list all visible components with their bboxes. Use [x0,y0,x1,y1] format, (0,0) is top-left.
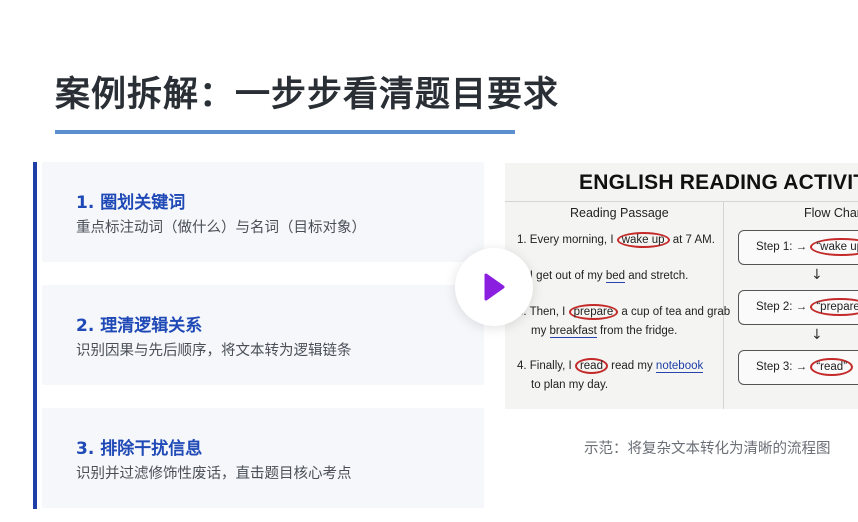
circled-keyword: read [574,358,608,374]
worksheet-image: ENGLISH READING ACTIVITY Reading Passage… [505,163,858,409]
underlined-noun: bed [605,270,626,283]
passage-line: to plan my day. [531,379,609,391]
passage-line: 4. Finally, I read read my notebook [517,358,704,374]
step-heading: 2. 理清逻辑关系 [76,316,203,336]
circled-keyword: “prepare” [810,298,858,316]
flow-step-1: Step 1: → “wake up” [738,230,858,265]
circled-keyword: prepare [568,304,619,320]
flow-step-3: Step 3: → “read” [738,350,858,385]
step-description: 识别并过滤修饰性废话，直击题目核心考点 [76,466,352,482]
title-underline [55,130,515,134]
passage-line: 2. I get out of my bed and stretch. [517,270,689,283]
step-description: 识别因果与先后顺序，将文本转为逻辑链条 [76,343,352,359]
divider [723,201,724,409]
step-card-2: 2. 理清逻辑关系 识别因果与先后顺序，将文本转为逻辑链条 [42,285,484,385]
underlined-noun: breakfast [549,325,597,338]
circled-keyword: wake up [616,232,670,248]
play-icon [484,273,505,301]
reading-passage-heading: Reading Passage [570,206,669,220]
step-heading: 3. 排除干扰信息 [76,439,203,459]
image-caption: 示范：将复杂文本转化为清晰的流程图 [584,441,831,457]
underlined-noun: notebook [655,360,704,373]
passage-line: 3. Then, I prepare a cup of tea and grab [517,304,731,320]
worksheet-title: ENGLISH READING ACTIVITY [579,171,858,194]
circled-keyword: “read” [810,358,854,376]
step-card-1: 1. 圈划关键词 重点标注动词（做什么）与名词（目标对象） [42,162,484,262]
step-card-3: 3. 排除干扰信息 识别并过滤修饰性废话，直击题目核心考点 [42,408,484,508]
passage-line: 1. Every morning, I wake up at 7 AM. [517,232,715,248]
page-title: 案例拆解：一步步看清题目要求 [55,75,560,115]
circled-keyword: “wake up” [810,238,858,256]
play-button[interactable] [455,248,533,326]
step-heading: 1. 圈划关键词 [76,193,186,213]
flow-chart-heading: Flow Chart [804,206,858,220]
step-description: 重点标注动词（做什么）与名词（目标对象） [76,220,366,236]
accent-sidebar [33,162,37,509]
flow-step-2: Step 2: → “prepare” [738,290,858,325]
passage-line: my breakfast from the fridge. [531,325,678,338]
divider [505,201,858,202]
down-arrow-icon: ↓ [811,267,823,283]
down-arrow-icon: ↓ [811,327,823,343]
